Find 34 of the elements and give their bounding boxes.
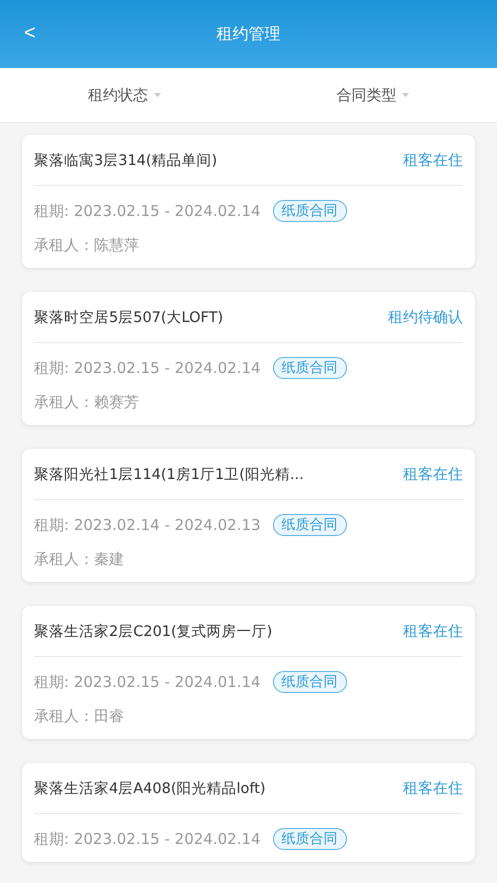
lease-period: 租期: 2023.02.15 - 2024.02.14 bbox=[34, 358, 261, 378]
lease-status: 租客在住 bbox=[403, 464, 463, 484]
lease-period: 租期: 2023.02.15 - 2024.02.14 bbox=[34, 830, 261, 848]
tenant-name: 承租人：赖赛芳 bbox=[34, 392, 139, 412]
contract-type-tag: 纸质合同 bbox=[272, 671, 347, 693]
lease-period: 租期: 2023.02.15 - 2024.02.14 bbox=[34, 202, 261, 220]
tenant-name: 承租人：秦建 bbox=[34, 550, 124, 568]
lease-status: 租约待确认 bbox=[388, 308, 463, 326]
lease-card[interactable]: 聚落生活家2层C201(复式两房一厅) 租客在住 租期: 2023.02.15 - 2024.01.14 纸质合同 承租人：田睿 bbox=[22, 606, 475, 739]
lease-status: 租客在住 bbox=[403, 150, 463, 170]
contract-type-tag: 纸质合同 bbox=[272, 514, 347, 536]
lease-period: 租期: 2023.02.15 - 2024.01.14 bbox=[34, 672, 261, 692]
contract-type-tag: 纸质合同 bbox=[272, 828, 347, 850]
property-name: 聚落阳光社1层114(1房1厅1卫(阳光精... bbox=[34, 466, 304, 484]
tenant-name: 承租人：田睿 bbox=[34, 706, 124, 726]
lease-status: 租客在住 bbox=[403, 622, 463, 640]
lease-status: 租客在住 bbox=[403, 778, 463, 798]
contract-type-tag: 纸质合同 bbox=[272, 200, 347, 222]
lease-card[interactable]: 聚落生活家4层A408(阳光精品loft) 租客在住 租期: 2023.02.15 - 2024.02.14 纸质合同 bbox=[22, 763, 475, 862]
property-name: 聚落临寓3层314(精品单间) bbox=[34, 152, 218, 170]
page-title: 租约管理 bbox=[216, 24, 280, 44]
lease-card[interactable]: 聚落时空居5层507(大LOFT) 租约待确认 租期: 2023.02.15 - 2024.02.14 纸质合同 承租人：赖赛芳 bbox=[22, 292, 475, 425]
property-name: 聚落时空居5层507(大LOFT) bbox=[34, 308, 224, 326]
caret-icon bbox=[402, 93, 410, 97]
filter-dropdown[interactable]: 租约状态 bbox=[0, 68, 248, 122]
lease-period: 租期: 2023.02.14 - 2024.02.13 bbox=[34, 516, 261, 534]
lease-card[interactable]: 聚落临寓3层314(精品单间) 租客在住 租期: 2023.02.15 - 2024.02.14 纸质合同 承租人：陈慧萍 bbox=[22, 135, 475, 268]
caret-icon bbox=[154, 93, 161, 97]
property-name: 聚落生活家2层C201(复式两房一厅) bbox=[34, 622, 272, 640]
filter-dropdown[interactable]: 合同类型 bbox=[248, 68, 497, 122]
lease-card[interactable]: 聚落阳光社1层114(1房1厅1卫(阳光精... 租客在住 租期: 2023.02.14 - 2024.02.13 纸质合同 承租人：秦建 bbox=[22, 449, 475, 582]
tenant-name: 承租人：陈慧萍 bbox=[34, 236, 139, 254]
contract-type-tag: 纸质合同 bbox=[272, 357, 347, 379]
property-name: 聚落生活家4层A408(阳光精品loft) bbox=[34, 780, 266, 798]
